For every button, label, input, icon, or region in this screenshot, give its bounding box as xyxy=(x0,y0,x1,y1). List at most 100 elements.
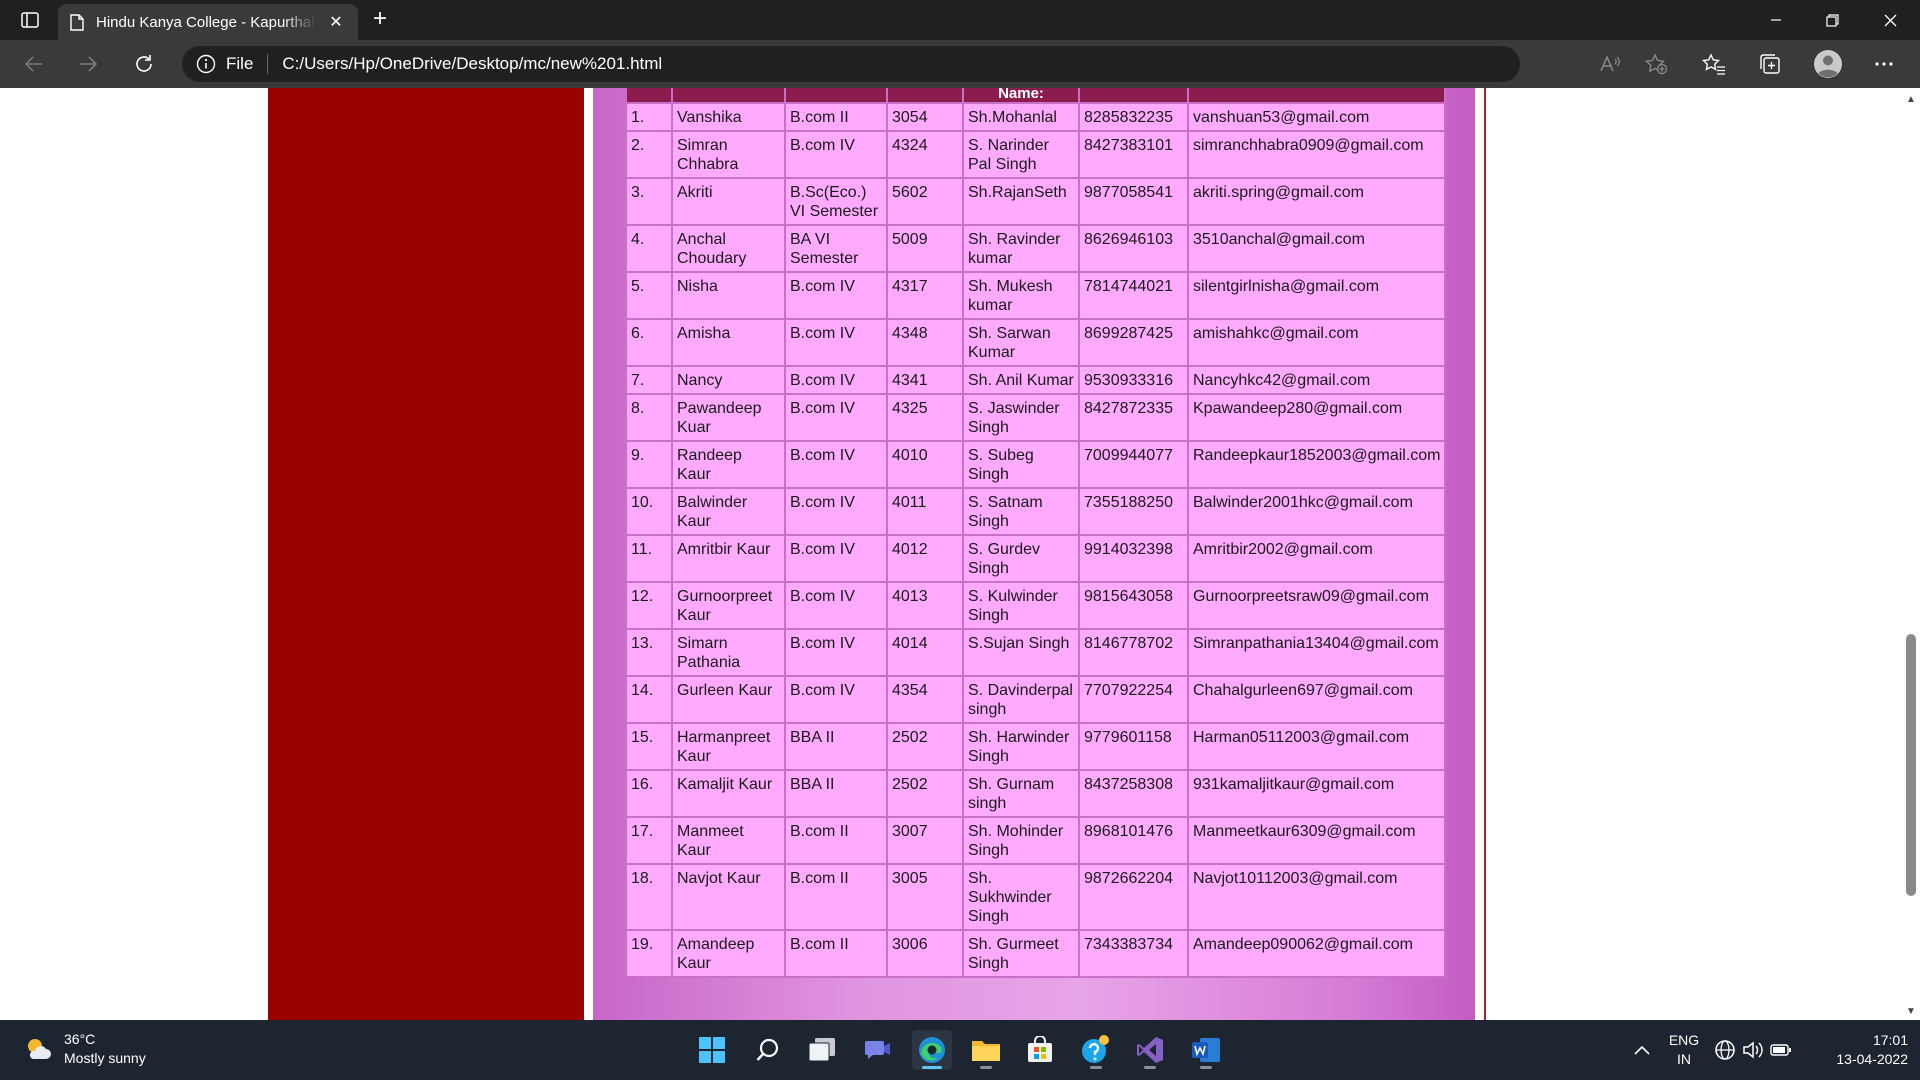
cell-phone: 9877058541 xyxy=(1080,179,1187,224)
cell-no: 3. xyxy=(627,179,671,224)
student-table: Name: 1. Vanshika B.com II 3054 Sh.Mohanlal 8… xyxy=(625,88,1446,978)
profile-icon xyxy=(1814,50,1842,78)
back-button[interactable] xyxy=(18,50,50,78)
cell-phone: 8146778702 xyxy=(1080,630,1187,675)
cell-name: Anchal Choudary xyxy=(673,226,784,271)
student-table-container: Name: 1. Vanshika B.com II 3054 Sh.Mohanlal 8… xyxy=(625,88,1446,978)
cell-name: Simarn Pathania xyxy=(673,630,784,675)
scroll-thumb[interactable] xyxy=(1906,634,1916,896)
search-button[interactable] xyxy=(748,1030,788,1070)
cell-name: Gurleen Kaur xyxy=(673,677,784,722)
navigation-bar: File C:/Users/Hp/OneDrive/Desktop/mc/new… xyxy=(0,40,1920,88)
url-text[interactable]: C:/Users/Hp/OneDrive/Desktop/mc/new%201.… xyxy=(282,54,662,74)
add-favorite-button[interactable] xyxy=(1640,49,1672,79)
cell-class: B.Sc(Eco.) VI Semester xyxy=(786,179,886,224)
browser-tab-active[interactable]: Hindu Kanya College - Kapurthala ✕ xyxy=(58,4,358,40)
cell-email: Amritbir2002@gmail.com xyxy=(1189,536,1444,581)
taskbar-store[interactable] xyxy=(1020,1030,1060,1070)
table-header-row: Name: xyxy=(627,88,1444,102)
cell-name: Pawandeep Kuar xyxy=(673,395,784,440)
tab-actions-menu-button[interactable] xyxy=(16,8,44,32)
cell-class: B.com IV xyxy=(786,132,886,177)
cell-father: S. Jaswinder Singh xyxy=(964,395,1078,440)
cell-father: Sh. Anil Kumar xyxy=(964,367,1078,393)
cell-name: Vanshika xyxy=(673,104,784,130)
refresh-button[interactable] xyxy=(128,50,160,78)
chat-button[interactable] xyxy=(858,1030,898,1070)
cell-email: Gurnoorpreetsraw09@gmail.com xyxy=(1189,583,1444,628)
cell-phone: 7343383734 xyxy=(1080,931,1187,976)
cell-father: S. Subeg Singh xyxy=(964,442,1078,487)
cell-father: S. Kulwinder Singh xyxy=(964,583,1078,628)
window-close-button[interactable] xyxy=(1862,0,1918,40)
settings-more-button[interactable] xyxy=(1868,49,1900,79)
cell-class: B.com II xyxy=(786,931,886,976)
cell-email: silentgirlnisha@gmail.com xyxy=(1189,273,1444,318)
favorites-button[interactable] xyxy=(1698,49,1730,79)
cell-no: 12. xyxy=(627,583,671,628)
collections-button[interactable] xyxy=(1754,49,1786,79)
cell-father: Sh. Sukhwinder Singh xyxy=(964,865,1078,929)
minimize-button[interactable] xyxy=(1748,0,1804,40)
cell-no: 9. xyxy=(627,442,671,487)
cell-father: Sh. Gurnam singh xyxy=(964,771,1078,816)
cell-father: Sh. Mukesh kumar xyxy=(964,273,1078,318)
forward-button[interactable] xyxy=(72,50,104,78)
chevron-up-icon xyxy=(1634,1045,1650,1055)
cell-class: B.com IV xyxy=(786,367,886,393)
site-info-label[interactable]: File xyxy=(226,54,253,74)
taskbar-visual-studio[interactable] xyxy=(1130,1030,1170,1070)
cell-roll: 4325 xyxy=(888,395,962,440)
add-favorite-icon xyxy=(1644,53,1668,75)
cell-class: B.com IV xyxy=(786,273,886,318)
cell-roll: 3054 xyxy=(888,104,962,130)
taskbar-file-explorer[interactable] xyxy=(966,1030,1006,1070)
cell-phone: 8427872335 xyxy=(1080,395,1187,440)
cell-father: Sh.Mohanlal xyxy=(964,104,1078,130)
edge-icon xyxy=(919,1037,945,1063)
cell-no: 2. xyxy=(627,132,671,177)
system-tray-quick-settings[interactable] xyxy=(1710,1030,1796,1070)
table-row: 10. Balwinder Kaur B.com IV 4011 S. Satnam S… xyxy=(627,489,1444,534)
profile-button[interactable] xyxy=(1812,49,1844,79)
language-indicator[interactable]: ENG IN xyxy=(1664,1031,1704,1069)
show-hidden-icons-button[interactable] xyxy=(1622,1030,1662,1070)
cell-roll: 4348 xyxy=(888,320,962,365)
cell-phone: 8968101476 xyxy=(1080,818,1187,863)
table-row: 7. Nancy B.com IV 4341 Sh. Anil Kumar 9530933… xyxy=(627,367,1444,393)
taskbar-get-help[interactable] xyxy=(1076,1030,1116,1070)
scroll-up-arrow[interactable]: ▲ xyxy=(1902,92,1920,108)
cell-phone: 8626946103 xyxy=(1080,226,1187,271)
cell-roll: 5602 xyxy=(888,179,962,224)
clock[interactable]: 17:01 13-04-2022 xyxy=(1812,1031,1908,1069)
weather-widget[interactable]: 36°C Mostly sunny xyxy=(24,1030,146,1068)
store-icon xyxy=(1028,1036,1052,1062)
cell-roll: 4324 xyxy=(888,132,962,177)
cell-name: Nisha xyxy=(673,273,784,318)
read-aloud-icon xyxy=(1600,55,1620,72)
restore-button[interactable] xyxy=(1804,0,1860,40)
tab-title: Hindu Kanya College - Kapurthala xyxy=(96,13,316,31)
taskbar-word[interactable] xyxy=(1186,1030,1226,1070)
cell-phone: 9530933316 xyxy=(1080,367,1187,393)
close-tab-button[interactable]: ✕ xyxy=(326,12,346,32)
taskbar-edge[interactable] xyxy=(912,1030,952,1070)
header-cell-no xyxy=(627,88,671,102)
cell-name: Gurnoorpreet Kaur xyxy=(673,583,784,628)
task-view-button[interactable] xyxy=(802,1030,842,1070)
start-button[interactable] xyxy=(692,1030,732,1070)
battery-icon xyxy=(1770,1044,1791,1056)
page-scrollbar[interactable]: ▲ ▼ xyxy=(1902,88,1920,1020)
weather-description: Mostly sunny xyxy=(64,1050,146,1066)
read-aloud-button[interactable] xyxy=(1594,49,1626,79)
new-tab-button[interactable]: + xyxy=(366,6,394,34)
cell-email: simranchhabra0909@gmail.com xyxy=(1189,132,1444,177)
scroll-down-arrow[interactable]: ▼ xyxy=(1902,1004,1920,1020)
cell-roll: 4010 xyxy=(888,442,962,487)
cell-father: Sh. Sarwan Kumar xyxy=(964,320,1078,365)
cell-phone: 9872662204 xyxy=(1080,865,1187,929)
cell-phone: 8437258308 xyxy=(1080,771,1187,816)
visual-studio-icon xyxy=(1137,1037,1163,1063)
cell-father: Sh. Gurmeet Singh xyxy=(964,931,1078,976)
address-bar[interactable]: File C:/Users/Hp/OneDrive/Desktop/mc/new… xyxy=(182,46,1520,82)
